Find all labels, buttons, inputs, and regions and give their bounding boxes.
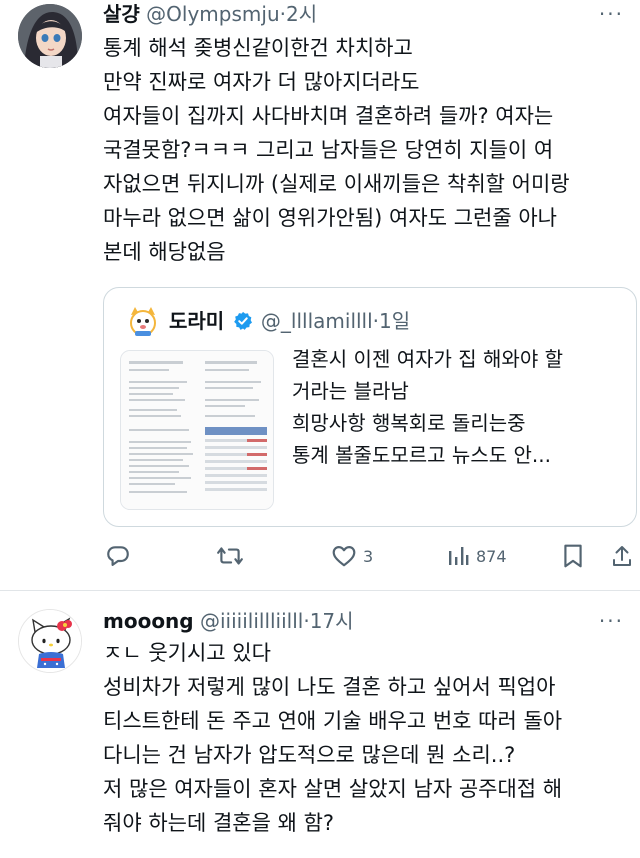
quoted-tweet[interactable]: 도라미 @_llllamillll·1일 결혼시 이젠 여자가 집 해와야 할 …	[103, 287, 637, 527]
tweet-text-line: 본데 해당없음	[103, 240, 226, 264]
bar-chart-icon	[446, 544, 470, 568]
tweet-text-line: ㅈㄴ 웃기시고 있다	[103, 641, 271, 665]
author-handle[interactable]: @iiiiilillliilll	[200, 609, 303, 633]
tweet-text-line: 줘야 하는데 결혼을 왜 함?	[103, 811, 335, 835]
quote-image-thumbnail[interactable]	[120, 350, 274, 510]
quote-text-line: 결혼시 이젠 여자가 집 해와야 할	[292, 347, 563, 371]
quote-author-handle[interactable]: @_llllamillll	[261, 309, 373, 333]
bookmark-button[interactable]	[561, 540, 585, 572]
tweet-text-line: 만약 진짜로 여자가 더 많아지더라도	[103, 70, 420, 94]
tweet-text-line: 저 많은 여자들이 혼자 살면 살았지 남자 공주대접 해	[103, 777, 563, 801]
tweet-action-bar: 3 874	[103, 540, 633, 572]
quote-timestamp[interactable]: 1일	[379, 309, 410, 333]
tweet-text-line: 다니는 건 남자가 압도적으로 많은데 뭔 소리..?	[103, 743, 516, 767]
quote-avatar[interactable]	[126, 305, 160, 339]
tweet-text: ㅈㄴ 웃기시고 있다 성비차가 저렇게 많이 나도 결혼 하고 싶어서 픽업아 …	[103, 636, 623, 840]
verified-badge-icon	[233, 310, 253, 338]
more-options-icon[interactable]: ···	[599, 2, 624, 26]
document-screenshot-image	[121, 351, 273, 509]
share-button[interactable]	[611, 540, 633, 572]
tweet-header: 살걍 @Olympsmju·2시	[103, 0, 317, 28]
like-button[interactable]: 3	[331, 540, 373, 572]
tweet-text-line: 성비차가 저렇게 많이 나도 결혼 하고 싶어서 픽업아	[103, 675, 556, 699]
quote-text-line: 희망사항 행복회로 돌리는중	[292, 411, 526, 435]
avatar-anime-image	[18, 4, 82, 68]
retweet-button[interactable]	[216, 540, 250, 572]
tweet-text-line: 통계 해석 좆병신같이한건 차치하고	[103, 36, 413, 60]
timestamp[interactable]: 17시	[310, 609, 354, 633]
quote-text-line: 거라는 블라남	[292, 379, 409, 403]
tweet-text-line: 티스트한테 돈 주고 연애 기술 배우고 번호 따러 돌아	[103, 709, 563, 733]
share-icon	[611, 543, 633, 569]
tweet[interactable]: mooong @iiiiilillliilll·17시 ··· ㅈㄴ 웃기시고 …	[0, 591, 640, 858]
tweet[interactable]: 살걍 @Olympsmju·2시 ··· 통계 해석 좆병신같이한건 차치하고 …	[0, 0, 640, 590]
avatar-kitty-image	[19, 610, 81, 672]
reply-button[interactable]	[105, 540, 137, 572]
author-name[interactable]: mooong	[103, 609, 194, 633]
avatar[interactable]	[18, 4, 82, 68]
view-count: 874	[476, 546, 507, 566]
tweet-text-line: 국결못함?ㅋㅋㅋ 그리고 남자들은 당연히 지들이 여	[103, 138, 554, 162]
doraemi-avatar-icon	[126, 305, 160, 339]
avatar[interactable]	[18, 609, 82, 673]
timestamp[interactable]: 2시	[286, 2, 317, 26]
author-name[interactable]: 살걍	[103, 2, 140, 26]
quote-text-line: 통계 볼줄도모르고 뉴스도 안...	[292, 443, 551, 467]
tweet-text: 통계 해석 좆병신같이한건 차치하고 만약 진짜로 여자가 더 많아지더라도 여…	[103, 31, 623, 269]
more-options-icon[interactable]: ···	[599, 609, 624, 633]
like-count: 3	[363, 546, 374, 566]
heart-icon	[331, 543, 357, 569]
quote-author-name[interactable]: 도라미	[169, 309, 224, 333]
retweet-icon	[216, 543, 244, 569]
quote-text: 결혼시 이젠 여자가 집 해와야 할 거라는 블라남 희망사항 행복회로 돌리는…	[292, 343, 622, 471]
reply-icon	[105, 543, 131, 569]
quote-header: 도라미 @_llllamillll·1일	[169, 307, 410, 338]
author-handle[interactable]: @Olympsmju	[146, 2, 279, 26]
tweet-text-line: 마누라 없으면 삶이 영위가안됨) 여자도 그런줄 아나	[103, 206, 557, 230]
tweet-text-line: 자없으면 뒤지니까 (실제로 이새끼들은 착취할 어미랑	[103, 172, 570, 196]
views-button[interactable]: 874	[446, 540, 507, 572]
bookmark-icon	[561, 543, 585, 569]
tweet-text-line: 여자들이 집까지 사다바치며 결혼하려 들까? 여자는	[103, 104, 554, 128]
tweet-header: mooong @iiiiilillliilll·17시	[103, 607, 354, 635]
